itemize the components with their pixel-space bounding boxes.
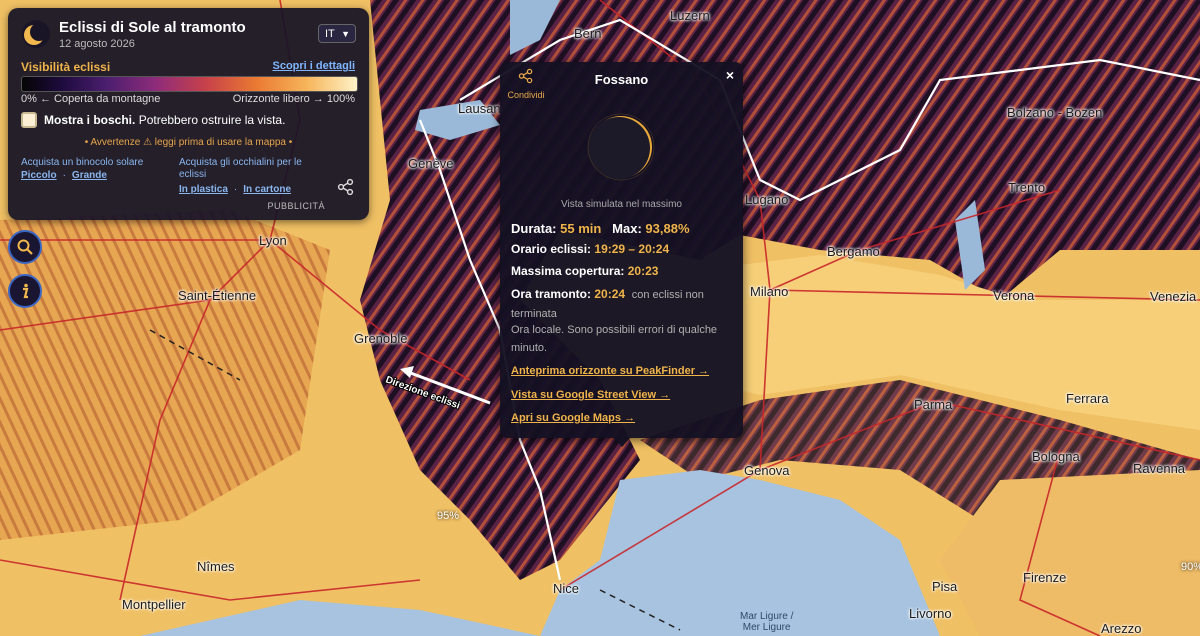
glasses-cardboard-link[interactable]: In cartone (243, 184, 291, 195)
city-luzern: Luzern (670, 8, 710, 23)
sea-label: Mar Ligure / Mer Ligure (740, 611, 794, 633)
ad-label: PUBBLICITÀ (267, 201, 325, 211)
glasses-plastic-link[interactable]: In plastica (179, 184, 228, 195)
woods-checkbox[interactable] (21, 112, 37, 128)
duration-row: Durata: 55 min Max: 93,88% (511, 221, 690, 236)
city-trento: Trento (1008, 180, 1046, 195)
glasses-links: In plastica · In cartone (179, 184, 292, 195)
eclipse-logo-icon (22, 20, 50, 48)
scale-right-label: Orizzonte libero → 100% (232, 93, 355, 105)
woods-checkbox-label: Mostra i boschi. Potrebbero ostruire la … (44, 113, 286, 127)
glasses-label: Acquista gli occhialini per le eclissi (179, 157, 302, 180)
details-link[interactable]: Scopri i dettagli (272, 60, 355, 72)
city-verona: Verona (993, 288, 1035, 303)
city-arezzo: Arezzo (1101, 621, 1142, 636)
info-icon (23, 283, 29, 299)
city-livorno: Livorno (909, 606, 952, 621)
city-lausanne: Lausan (458, 101, 501, 116)
max-coverage-row: Massima copertura: 20:23 (511, 264, 659, 278)
city-geneve: Genève (408, 156, 454, 171)
close-icon[interactable]: × (726, 67, 734, 83)
control-panel: Eclissi di Sole al tramonto 12 agosto 20… (8, 8, 369, 220)
percent-label-90: 90% (1181, 561, 1200, 573)
binoculars-label: Acquista un binocolo solare (21, 157, 144, 168)
city-venezia: Venezia (1150, 289, 1197, 304)
simulated-view-caption: Vista simulata nel massimo (561, 199, 682, 210)
sunset-row: Ora tramonto: 20:24 con eclissi non term… (511, 287, 704, 320)
search-button[interactable] (8, 230, 42, 264)
city-bergamo: Bergamo (827, 244, 880, 259)
search-icon (17, 239, 33, 255)
visibility-label: Visibilità eclissi (21, 60, 111, 74)
peakfinder-link[interactable]: Anteprima orizzonte su PeakFinder → (511, 365, 709, 377)
eclipse-times-row: Orario eclissi: 19:29 – 20:24 (511, 242, 670, 256)
city-milano: Milano (750, 284, 789, 299)
city-ravenna: Ravenna (1133, 461, 1186, 476)
city-lyon: Lyon (259, 233, 287, 248)
city-parma: Parma (914, 397, 953, 412)
popup-title: Fossano (594, 72, 649, 87)
city-grenoble: Grenoble (354, 331, 408, 346)
info-button[interactable] (8, 274, 42, 308)
eclipse-date: 12 agosto 2026 (59, 38, 135, 50)
city-nice: Nice (553, 581, 580, 596)
binoculars-links: Piccolo · Grande (21, 170, 107, 181)
chevron-down-icon: ▼ (341, 29, 350, 39)
binoculars-small-link[interactable]: Piccolo (21, 170, 57, 181)
scale-left-label: 0% ← Coperta da montagne (21, 93, 161, 105)
binoculars-large-link[interactable]: Grande (72, 170, 107, 181)
eclipse-simulation-image (587, 113, 655, 181)
visibility-scale-bar (21, 76, 358, 92)
city-montpellier: Montpellier (122, 597, 186, 612)
google-maps-link[interactable]: Apri su Google Maps → (511, 412, 635, 424)
city-pisa: Pisa (932, 579, 958, 594)
city-nimes: Nîmes (197, 559, 235, 574)
location-popup: Condividi Fossano × Vista simulata nel m… (500, 62, 743, 438)
city-saint-etienne: Saint-Étienne (178, 288, 257, 303)
percent-label-95: 95% (437, 510, 460, 522)
city-bologna: Bologna (1032, 449, 1080, 464)
city-ferrara: Ferrara (1066, 391, 1109, 406)
city-lugano: Lugano (745, 192, 789, 207)
warnings-link[interactable]: • Avvertenze ⚠ leggi prima di usare la m… (8, 137, 369, 148)
city-firenze: Firenze (1023, 570, 1067, 585)
app-title: Eclissi di Sole al tramonto (59, 19, 246, 36)
language-select[interactable]: IT ▼ (318, 24, 356, 43)
city-bern: Bern (574, 26, 602, 41)
city-bolzano: Bolzano - Bozen (1007, 105, 1103, 120)
share-icon[interactable] (337, 178, 355, 196)
popup-pointer (613, 437, 631, 447)
local-time-note: Ora locale. Sono possibili errori di qua… (511, 324, 718, 354)
streetview-link[interactable]: Vista su Google Street View → (511, 389, 670, 401)
city-genova: Genova (744, 463, 790, 478)
